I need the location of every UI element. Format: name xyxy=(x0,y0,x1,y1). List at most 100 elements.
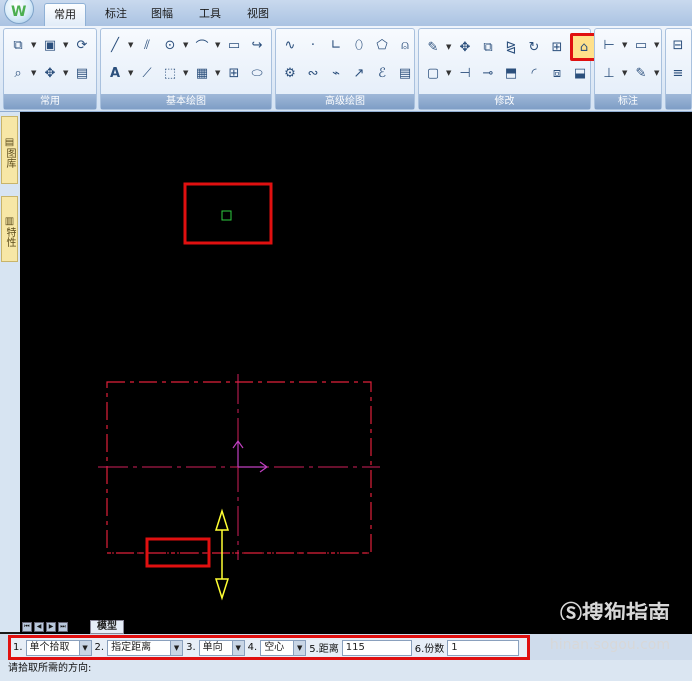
lock-icon[interactable]: ⊟ xyxy=(668,35,688,55)
format-painter-icon[interactable]: ▤ xyxy=(72,63,92,83)
option-2-select[interactable]: 指定距离 ▼ xyxy=(107,639,184,656)
app-menu-button[interactable]: W xyxy=(4,0,34,24)
option-4-number: 4. xyxy=(247,642,258,653)
fillet-icon[interactable]: ◜ xyxy=(524,63,544,83)
table-icon[interactable]: ▤ xyxy=(395,63,415,83)
tab-tools[interactable]: 工具 xyxy=(190,3,230,26)
point-icon[interactable]: · xyxy=(303,35,323,55)
line-icon[interactable]: ╱ xyxy=(105,35,125,55)
properties-panel-tab[interactable]: ▥特性 xyxy=(1,196,18,262)
chevron-down-icon[interactable]: ▼ xyxy=(128,41,134,49)
zoom-icon[interactable]: ⌕ xyxy=(8,63,28,83)
option-1-select[interactable]: 单个拾取 ▼ xyxy=(25,639,92,656)
option-3-number: 3. xyxy=(186,642,196,653)
copy-icon[interactable]: ⧉ xyxy=(8,35,28,55)
chevron-down-icon[interactable]: ▼ xyxy=(78,640,91,655)
spline-icon[interactable]: ∿ xyxy=(280,35,300,55)
dimension-icon[interactable]: ⊢ xyxy=(599,35,619,55)
option-4-value: 空心 xyxy=(264,641,285,653)
pan-icon[interactable]: ✥ xyxy=(40,63,60,83)
wave-line-icon[interactable]: ∾ xyxy=(303,63,323,83)
chevron-down-icon[interactable]: ▼ xyxy=(446,69,452,77)
properties-tab-label: 特性 xyxy=(4,226,15,247)
paste-icon[interactable]: ▣ xyxy=(40,35,60,55)
chevron-down-icon[interactable]: ▼ xyxy=(63,41,69,49)
option-3-select[interactable]: 单向 ▼ xyxy=(198,639,245,656)
explode-icon[interactable]: ⧈ xyxy=(547,63,567,83)
regen-icon[interactable]: ⟳ xyxy=(72,35,92,55)
chevron-down-icon[interactable]: ▼ xyxy=(446,43,452,51)
chevron-down-icon[interactable]: ▼ xyxy=(622,69,628,77)
chamfer-icon[interactable]: ⬓ xyxy=(570,63,590,83)
copies-input[interactable]: 1 xyxy=(447,639,520,656)
chevron-down-icon[interactable]: ▼ xyxy=(654,41,660,49)
drawing-canvas[interactable] xyxy=(20,112,692,620)
menu-icon[interactable]: ≡ xyxy=(668,63,688,83)
chevron-down-icon[interactable]: ▼ xyxy=(31,69,37,77)
arc-icon[interactable]: ⌒ xyxy=(192,35,212,55)
library-panel-tab[interactable]: ▤图库 xyxy=(1,116,18,184)
chevron-down-icon[interactable]: ▼ xyxy=(63,69,69,77)
ellipse-icon[interactable]: ⬯ xyxy=(349,35,369,55)
dim-style-icon[interactable]: ▭ xyxy=(631,35,651,55)
centerline-icon[interactable]: ⟋ xyxy=(137,63,157,83)
model-tab[interactable]: 模型 xyxy=(90,620,124,634)
group-label-common: 常用 xyxy=(4,94,96,109)
option-1-number: 1. xyxy=(13,642,23,653)
angle-icon[interactable]: ∟ xyxy=(326,35,346,55)
chevron-down-icon[interactable]: ▼ xyxy=(31,41,37,49)
break-line-icon[interactable]: ⌁ xyxy=(326,63,346,83)
group-dimension: ⊢ ▼ ▭ ▼ ⊥ ▼ ✎ ▼ 标注 xyxy=(594,28,662,110)
array-icon[interactable]: ⊞ xyxy=(547,37,567,57)
extend-icon[interactable]: ⊸ xyxy=(478,63,498,83)
text-icon[interactable]: A xyxy=(105,63,125,83)
chevron-down-icon[interactable]: ▼ xyxy=(293,640,306,655)
tab-sheet[interactable]: 图幅 xyxy=(142,3,182,26)
tab-common[interactable]: 常用 xyxy=(44,3,86,26)
next-layout-icon[interactable]: ▶ xyxy=(46,622,56,632)
chevron-down-icon[interactable]: ▼ xyxy=(215,69,221,77)
parallel-line-icon[interactable]: ⫽ xyxy=(137,35,157,55)
rotate-icon[interactable]: ↻ xyxy=(524,37,544,57)
arrow-icon[interactable]: ↗ xyxy=(349,63,369,83)
chevron-down-icon[interactable]: ▼ xyxy=(231,640,244,655)
option-4-select[interactable]: 空心 ▼ xyxy=(260,639,307,656)
polyline-icon[interactable]: ↪ xyxy=(247,35,267,55)
hatch-icon[interactable]: ▦ xyxy=(192,63,212,83)
edit-dim-icon[interactable]: ✎ xyxy=(631,63,651,83)
circle-icon[interactable]: ⊙ xyxy=(160,35,180,55)
last-layout-icon[interactable]: ⏭ xyxy=(58,622,68,632)
block-icon[interactable]: ⬚ xyxy=(160,63,180,83)
user-shape-icon[interactable]: ⍝ xyxy=(395,35,415,55)
chevron-down-icon[interactable]: ▼ xyxy=(170,640,183,655)
chevron-down-icon[interactable]: ▼ xyxy=(128,69,134,77)
chevron-down-icon[interactable]: ▼ xyxy=(654,69,660,77)
ribbon-tab-strip: W 常用 标注 图幅 工具 视图 xyxy=(0,0,692,26)
chevron-down-icon[interactable]: ▼ xyxy=(183,69,189,77)
tab-dimension[interactable]: 标注 xyxy=(96,3,136,26)
highlight-box-point xyxy=(183,182,273,245)
prev-layout-icon[interactable]: ◀ xyxy=(34,622,44,632)
polygon-icon[interactable]: ⬠ xyxy=(372,35,392,55)
copy-object-icon[interactable]: ⧉ xyxy=(478,37,498,57)
rectangle-icon[interactable]: ▭ xyxy=(224,35,244,55)
group-advanced-draw: ∿ · ∟ ⬯ ⬠ ⍝ ⚙ ∾ ⌁ ↗ ℰ ▤ 高级绘图 xyxy=(275,28,415,110)
coord-dim-icon[interactable]: ⊥ xyxy=(599,63,619,83)
trim-icon[interactable]: ⊣ xyxy=(455,63,475,83)
grid-icon[interactable]: ⊞ xyxy=(224,63,244,83)
gear-icon[interactable]: ⚙ xyxy=(280,63,300,83)
eraser-icon[interactable]: ✎ xyxy=(423,37,443,57)
scale-icon[interactable]: ▢ xyxy=(423,63,443,83)
first-layout-icon[interactable]: ⏮ xyxy=(22,622,32,632)
wipeout-icon[interactable]: ⬭ xyxy=(247,63,267,83)
pick-point-marker xyxy=(221,210,232,221)
stretch-icon[interactable]: ⬒ xyxy=(501,63,521,83)
tab-view[interactable]: 视图 xyxy=(238,3,278,26)
chevron-down-icon[interactable]: ▼ xyxy=(183,41,189,49)
distance-input[interactable]: 115 xyxy=(341,639,412,656)
move-icon[interactable]: ✥ xyxy=(455,37,475,57)
chevron-down-icon[interactable]: ▼ xyxy=(622,41,628,49)
chevron-down-icon[interactable]: ▼ xyxy=(215,41,221,49)
spring-icon[interactable]: ℰ xyxy=(372,63,392,83)
mirror-icon[interactable]: ⧎ xyxy=(501,37,521,57)
